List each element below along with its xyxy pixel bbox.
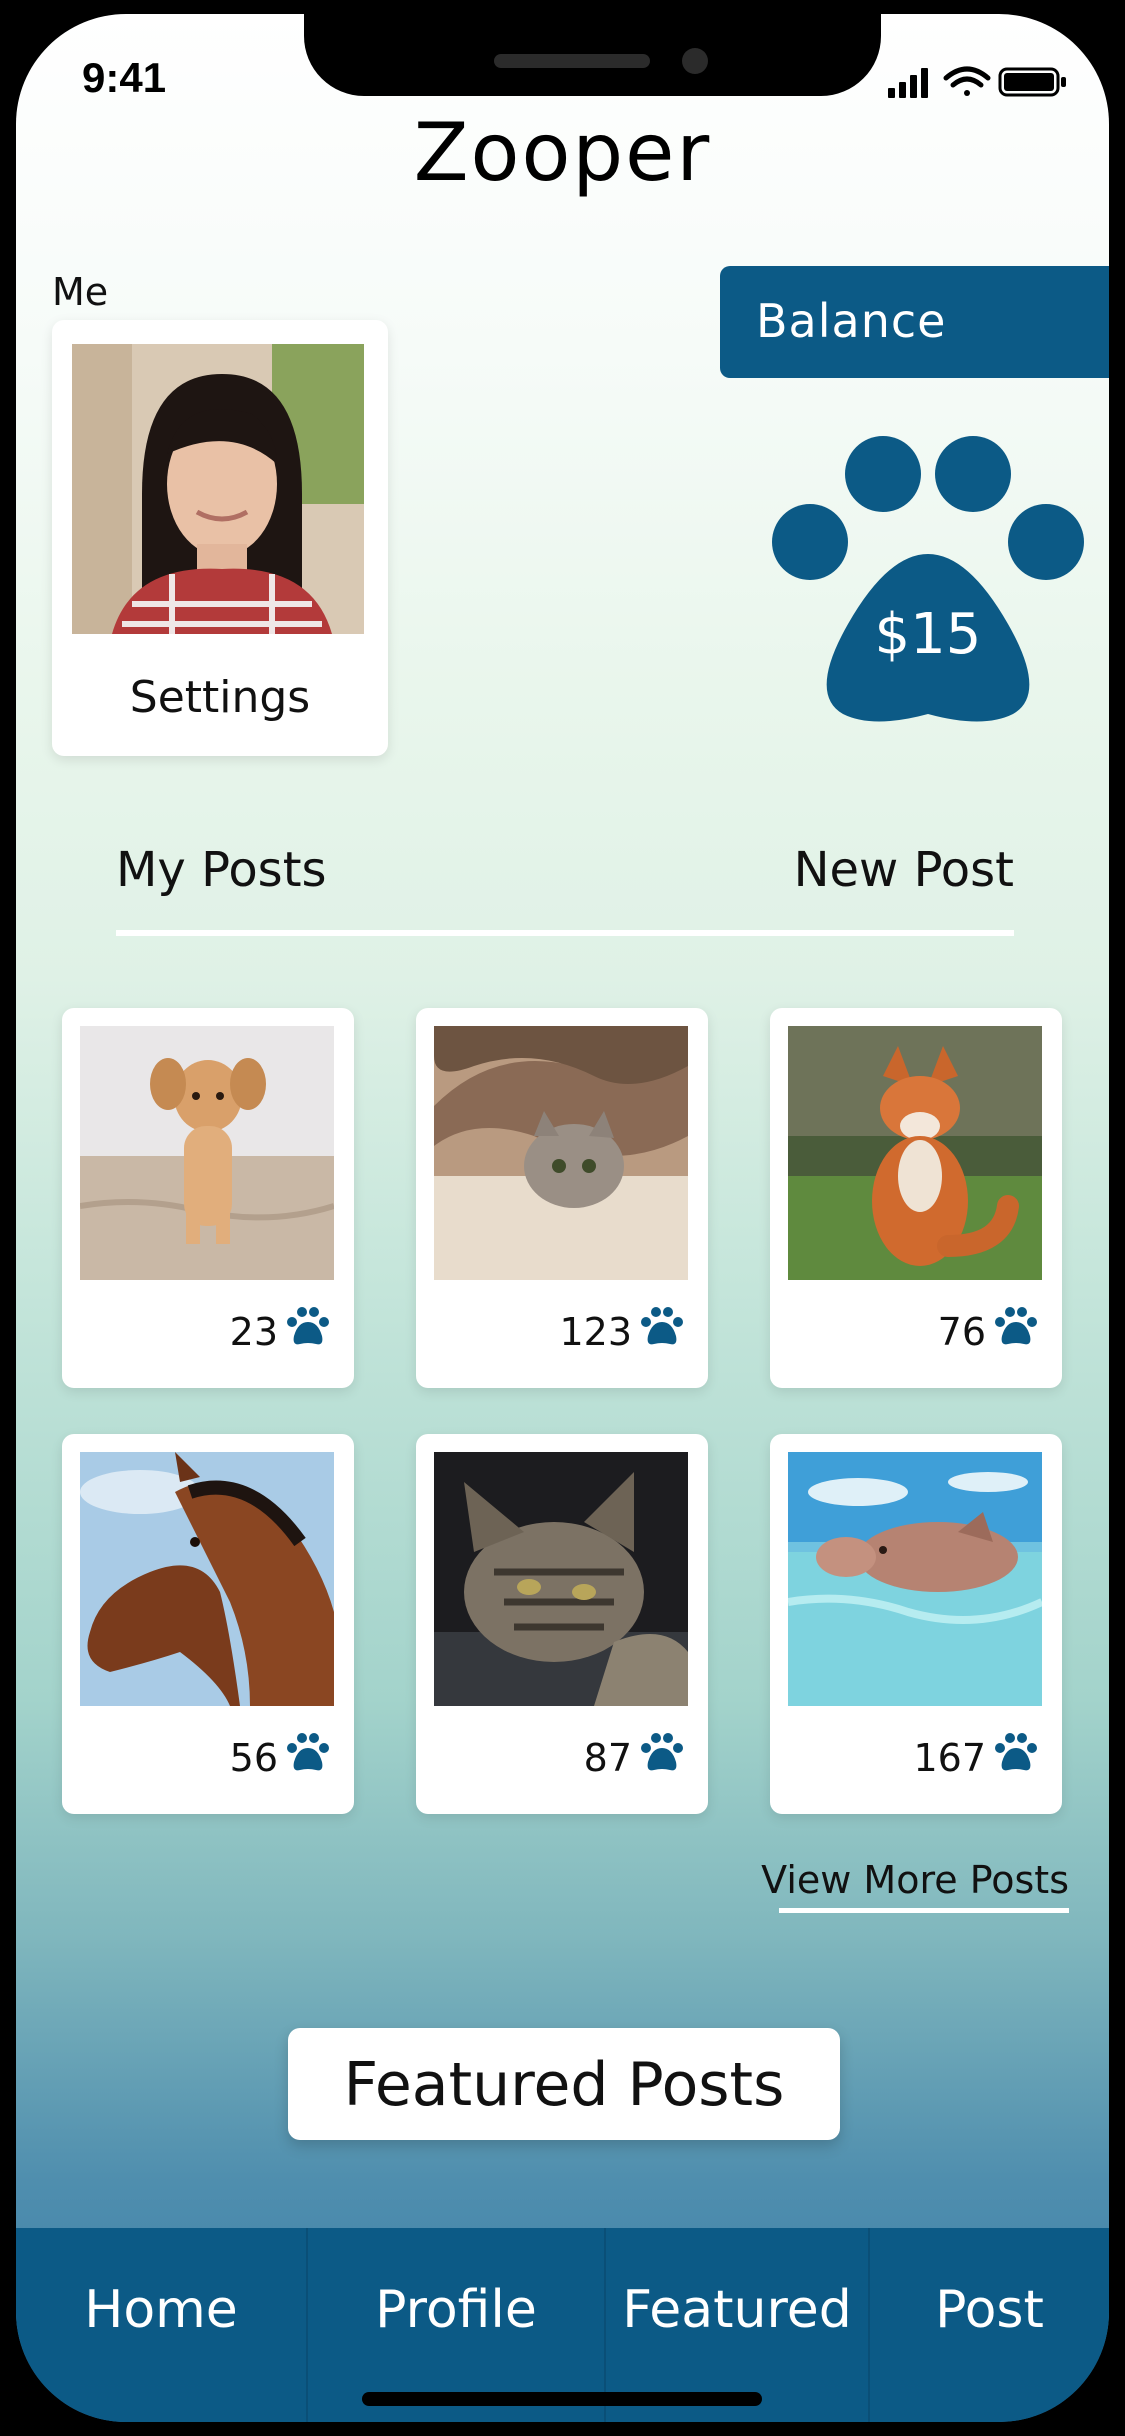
phone-frame: 9:41 Zooper Me Settings Balance $15 My P… bbox=[0, 0, 1125, 2436]
paw-icon bbox=[995, 1733, 1037, 1771]
post-card[interactable]: 123 bbox=[416, 1008, 708, 1388]
paw-icon bbox=[995, 1307, 1037, 1345]
app-title: Zooper bbox=[413, 106, 712, 199]
tab-my-posts[interactable]: My Posts bbox=[116, 842, 327, 898]
paw-icon bbox=[641, 1307, 683, 1345]
paw-icon bbox=[641, 1733, 683, 1771]
me-label: Me bbox=[52, 270, 109, 314]
post-card[interactable]: 23 bbox=[62, 1008, 354, 1388]
nav-home[interactable]: Home bbox=[16, 2228, 308, 2422]
paw-icon bbox=[772, 436, 1084, 722]
balance-value: $15 bbox=[874, 602, 982, 667]
post-count: 123 bbox=[559, 1310, 632, 1354]
fox-photo bbox=[788, 1026, 1042, 1280]
paw-icon bbox=[287, 1733, 329, 1771]
post-count: 23 bbox=[229, 1310, 278, 1354]
tabby-cat-photo bbox=[434, 1452, 688, 1706]
cat-under-blanket-photo bbox=[434, 1026, 688, 1280]
post-tabs: My Posts New Post bbox=[116, 842, 1014, 942]
profile-photo bbox=[72, 344, 364, 634]
speaker bbox=[494, 54, 650, 68]
home-indicator[interactable] bbox=[362, 2392, 762, 2406]
nav-profile-label: Profile bbox=[375, 2280, 537, 2340]
horse-photo bbox=[80, 1452, 334, 1706]
dog-photo bbox=[80, 1026, 334, 1280]
settings-label: Settings bbox=[129, 672, 311, 723]
post-card[interactable]: 167 bbox=[770, 1434, 1062, 1814]
post-count: 167 bbox=[913, 1736, 986, 1780]
nav-home-label: Home bbox=[84, 2280, 238, 2340]
featured-posts-label: Featured Posts bbox=[343, 2050, 785, 2120]
nav-featured-label: Featured bbox=[622, 2280, 852, 2340]
swimming-pig-photo bbox=[788, 1452, 1042, 1706]
front-camera bbox=[682, 48, 708, 74]
post-count: 56 bbox=[229, 1736, 278, 1780]
post-count: 87 bbox=[583, 1736, 632, 1780]
post-card[interactable]: 87 bbox=[416, 1434, 708, 1814]
tab-underline bbox=[116, 930, 1014, 936]
battery-icon bbox=[998, 67, 1066, 97]
balance-label: Balance bbox=[756, 294, 947, 348]
post-card[interactable]: 76 bbox=[770, 1008, 1062, 1388]
view-more-underline bbox=[779, 1908, 1069, 1913]
post-card[interactable]: 56 bbox=[62, 1434, 354, 1814]
tab-new-post[interactable]: New Post bbox=[794, 842, 1014, 898]
status-icons bbox=[888, 66, 1066, 98]
status-time: 9:41 bbox=[82, 54, 167, 101]
wifi-icon bbox=[943, 66, 991, 96]
signal-icon bbox=[888, 68, 928, 98]
nav-post-label: Post bbox=[935, 2280, 1044, 2340]
balance-tab[interactable]: Balance bbox=[720, 266, 1109, 378]
profile-card[interactable]: Settings bbox=[52, 320, 388, 756]
featured-posts-button[interactable]: Featured Posts bbox=[288, 2028, 840, 2140]
paw-icon bbox=[287, 1307, 329, 1345]
app-screen: 9:41 Zooper Me Settings Balance $15 My P… bbox=[16, 14, 1109, 2422]
post-count: 76 bbox=[937, 1310, 986, 1354]
nav-post[interactable]: Post bbox=[870, 2228, 1109, 2422]
view-more-posts-link[interactable]: View More Posts bbox=[761, 1858, 1069, 1902]
